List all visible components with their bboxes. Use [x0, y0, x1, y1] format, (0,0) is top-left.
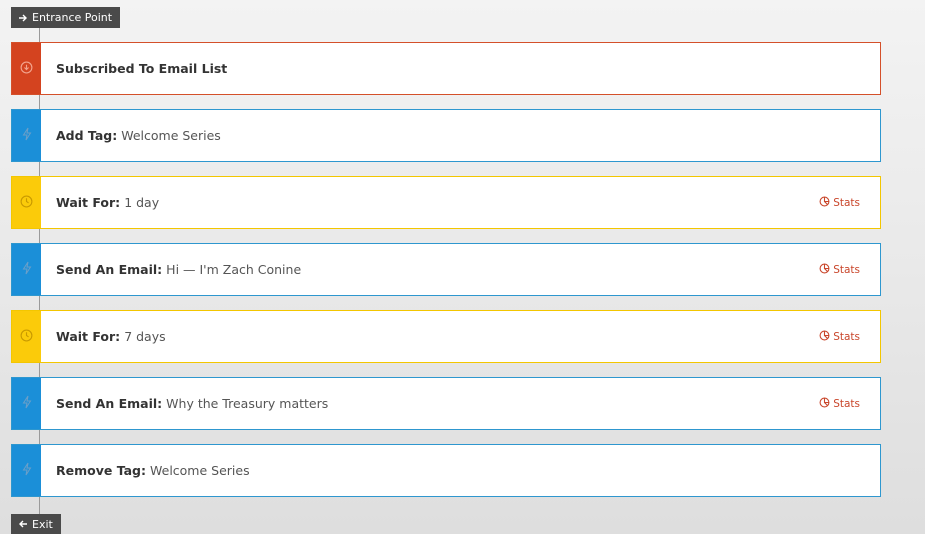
step-type-marker [12, 378, 41, 429]
step-value: Why the Treasury matters [166, 396, 329, 411]
workflow-step-wait-1-day[interactable]: Wait For: 1 day Stats [11, 176, 881, 229]
lightning-icon [21, 126, 33, 145]
step-content: Send An Email: Hi — I'm Zach Conine [41, 244, 880, 295]
entrance-point-label: Entrance Point [32, 11, 113, 24]
stats-label: Stats [833, 263, 860, 276]
step-content: Wait For: 7 days [41, 311, 880, 362]
stats-link[interactable]: Stats [819, 397, 860, 411]
step-label: Wait For: [56, 195, 121, 210]
stats-label: Stats [833, 196, 860, 209]
pie-chart-icon [819, 397, 830, 411]
arrow-left-icon [18, 519, 28, 529]
pie-chart-icon [819, 330, 830, 344]
step-content: Wait For: 1 day [41, 177, 880, 228]
step-type-marker [12, 177, 41, 228]
exit-label: Exit [32, 517, 53, 531]
arrow-right-icon [18, 13, 28, 23]
step-content: Subscribed To Email List [41, 43, 880, 94]
stats-link[interactable]: Stats [819, 330, 860, 344]
step-label: Add Tag: [56, 128, 118, 143]
workflow-step-trigger[interactable]: Subscribed To Email List [11, 42, 881, 95]
entrance-point-button[interactable]: Entrance Point [11, 7, 121, 28]
step-content: Add Tag: Welcome Series [41, 110, 880, 161]
step-content: Send An Email: Why the Treasury matters [41, 378, 880, 429]
step-value: 7 days [124, 329, 166, 344]
step-label: Wait For: [56, 329, 121, 344]
step-label: Send An Email: [56, 262, 163, 277]
workflow-step-remove-tag[interactable]: Remove Tag: Welcome Series [11, 444, 881, 497]
step-value: 1 day [124, 195, 160, 210]
step-label: Send An Email: [56, 396, 163, 411]
workflow-step-send-email-1[interactable]: Send An Email: Hi — I'm Zach Conine Stat… [11, 243, 881, 296]
pie-chart-icon [819, 263, 830, 277]
step-type-marker [12, 244, 41, 295]
exit-button[interactable]: Exit [11, 514, 61, 534]
arrow-down-circle-icon [20, 59, 33, 78]
workflow-step-add-tag[interactable]: Add Tag: Welcome Series [11, 109, 881, 162]
workflow-step-send-email-2[interactable]: Send An Email: Why the Treasury matters … [11, 377, 881, 430]
stats-label: Stats [833, 330, 860, 343]
step-value: Welcome Series [121, 128, 221, 143]
pie-chart-icon [819, 196, 830, 210]
step-label: Remove Tag: [56, 463, 146, 478]
step-type-marker [12, 110, 41, 161]
step-value: Welcome Series [150, 463, 250, 478]
clock-icon [20, 327, 33, 346]
lightning-icon [21, 260, 33, 279]
step-type-marker [12, 43, 41, 94]
step-type-marker [12, 445, 41, 496]
stats-label: Stats [833, 397, 860, 410]
step-type-marker [12, 311, 41, 362]
stats-link[interactable]: Stats [819, 263, 860, 277]
step-label: Subscribed To Email List [56, 61, 228, 76]
step-content: Remove Tag: Welcome Series [41, 445, 880, 496]
lightning-icon [21, 461, 33, 480]
lightning-icon [21, 394, 33, 413]
workflow-step-wait-7-days[interactable]: Wait For: 7 days Stats [11, 310, 881, 363]
step-value: Hi — I'm Zach Conine [166, 262, 302, 277]
stats-link[interactable]: Stats [819, 196, 860, 210]
clock-icon [20, 193, 33, 212]
